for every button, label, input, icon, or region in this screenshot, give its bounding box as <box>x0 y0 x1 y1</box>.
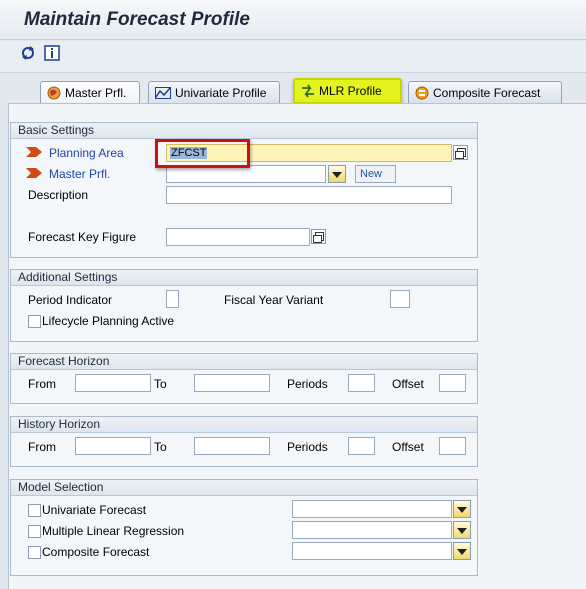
history-to-input[interactable] <box>194 437 270 455</box>
new-button[interactable]: New <box>355 165 396 183</box>
tab-univariate-profile[interactable]: Univariate Profile <box>148 81 280 103</box>
univariate-forecast-input[interactable] <box>292 500 452 518</box>
tab-composite-forecast[interactable]: Composite Forecast <box>408 81 562 103</box>
mlr-label: Multiple Linear Regression <box>42 524 185 538</box>
fy-variant-input[interactable] <box>390 290 410 308</box>
univariate-forecast-label: Univariate Forecast <box>42 503 147 517</box>
arrows-icon <box>302 84 314 98</box>
period-indicator-label: Period Indicator <box>28 293 113 307</box>
to-label: To <box>154 440 167 454</box>
chevron-down-icon[interactable] <box>453 521 471 539</box>
history-periods-input[interactable] <box>348 437 375 455</box>
from-label: From <box>28 440 56 454</box>
planning-area-input[interactable]: ZFCST <box>166 144 452 162</box>
group-header: Forecast Horizon <box>11 354 477 370</box>
period-indicator-input[interactable] <box>166 290 179 308</box>
composite-forecast-input[interactable] <box>292 542 452 560</box>
history-from-input[interactable] <box>75 437 151 455</box>
offset-label: Offset <box>392 440 424 454</box>
chevron-down-icon[interactable] <box>453 500 471 518</box>
forecast-from-input[interactable] <box>75 374 151 392</box>
refresh-icon[interactable] <box>20 45 36 61</box>
tab-master-prfl[interactable]: Master Prfl. <box>40 81 140 103</box>
lifecycle-checkbox[interactable] <box>28 315 41 328</box>
description-label: Description <box>28 188 89 202</box>
title-bar: Maintain Forecast Profile <box>0 0 586 40</box>
forecast-periods-input[interactable] <box>348 374 375 392</box>
page-title: Maintain Forecast Profile <box>24 9 250 30</box>
offset-label: Offset <box>392 377 424 391</box>
master-prfl-input[interactable] <box>166 165 326 183</box>
tab-label: Master Prfl. <box>65 85 127 100</box>
globe-icon <box>47 86 61 99</box>
mlr-checkbox[interactable] <box>28 525 41 538</box>
tab-label: Composite Forecast <box>433 85 541 100</box>
group-header: History Horizon <box>11 417 477 433</box>
lifecycle-label: Lifecycle Planning Active <box>42 314 175 328</box>
required-arrow-icon <box>26 147 42 157</box>
composite-forecast-checkbox[interactable] <box>28 546 41 559</box>
tab-label: Univariate Profile <box>175 85 267 100</box>
key-figure-input[interactable] <box>166 228 310 246</box>
forecast-offset-input[interactable] <box>439 374 466 392</box>
planning-area-label: Planning Area <box>49 146 124 160</box>
graph-icon <box>155 86 171 99</box>
to-label: To <box>154 377 167 391</box>
tab-label: MLR Profile <box>319 84 382 98</box>
tab-strip: Master Prfl. Univariate Profile MLR Prof… <box>0 73 586 104</box>
value-help-icon[interactable] <box>311 229 326 244</box>
chevron-down-icon[interactable] <box>453 542 471 560</box>
periods-label: Periods <box>287 440 328 454</box>
composite-icon <box>415 86 429 99</box>
planning-area-value: ZFCST <box>170 147 208 159</box>
description-input[interactable] <box>166 186 452 204</box>
value-help-icon[interactable] <box>453 145 468 160</box>
forecast-to-input[interactable] <box>194 374 270 392</box>
key-figure-label: Forecast Key Figure <box>28 230 137 244</box>
from-label: From <box>28 377 56 391</box>
required-arrow-icon <box>26 168 42 178</box>
master-prfl-label: Master Prfl. <box>49 167 111 181</box>
application-toolbar <box>0 41 586 73</box>
group-header: Additional Settings <box>11 270 477 286</box>
info-icon[interactable] <box>44 45 60 61</box>
mlr-input[interactable] <box>292 521 452 539</box>
periods-label: Periods <box>287 377 328 391</box>
tab-mlr-profile[interactable]: MLR Profile <box>293 78 402 104</box>
univariate-forecast-checkbox[interactable] <box>28 504 41 517</box>
group-header: Basic Settings <box>11 123 477 139</box>
group-header: Model Selection <box>11 480 477 496</box>
fy-variant-label: Fiscal Year Variant <box>224 293 324 307</box>
history-offset-input[interactable] <box>439 437 466 455</box>
chevron-down-icon[interactable] <box>328 165 346 183</box>
composite-forecast-label: Composite Forecast <box>42 545 150 559</box>
